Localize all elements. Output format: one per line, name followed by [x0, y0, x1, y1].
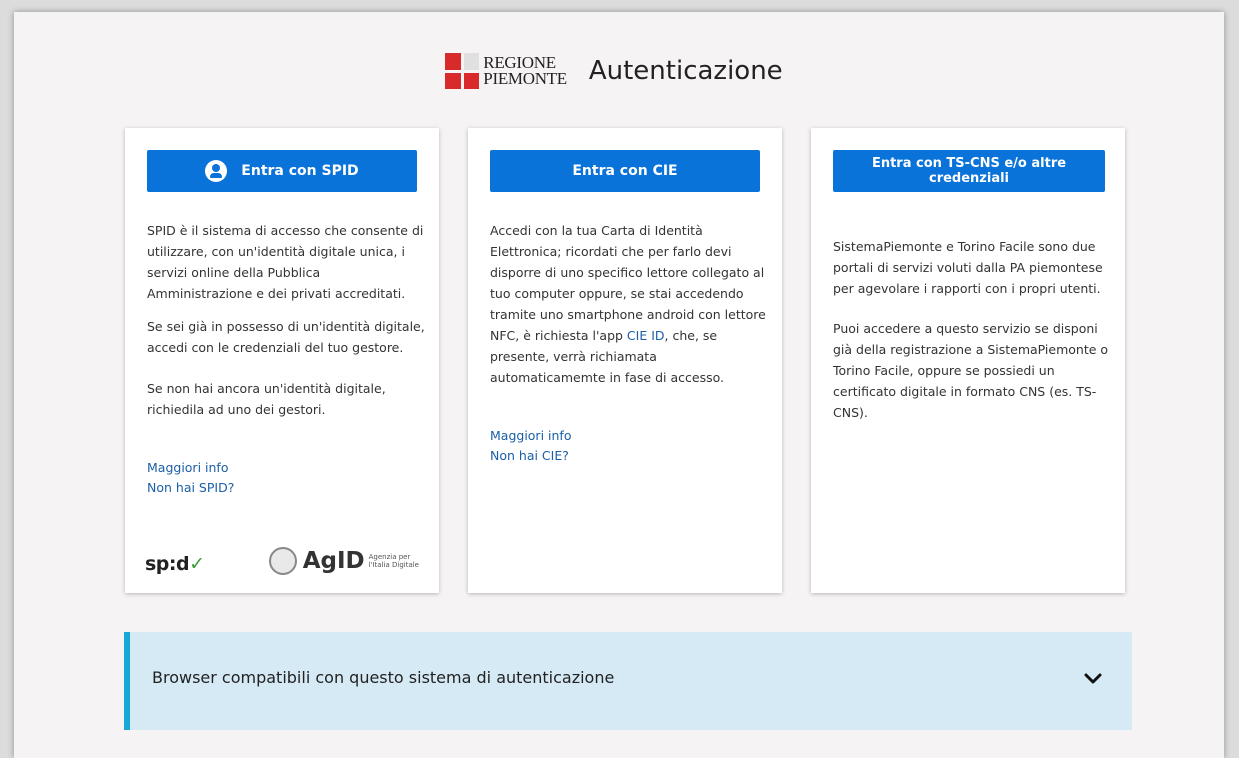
- tscns-button-label: Entra con TS-CNS e/o altre credenziali: [871, 156, 1067, 186]
- cie-id-app-link[interactable]: CIE ID: [627, 328, 665, 343]
- spid-logos: sp:d✓ AgID Agenzia per l'Italia Digitale: [125, 531, 439, 593]
- page-header: REGIONE PIEMONTE Autenticazione: [14, 46, 1224, 96]
- spid-possession-text: Se sei già in possesso di un'identità di…: [147, 319, 425, 355]
- user-icon: [205, 160, 228, 182]
- agid-logo-text: AgID: [302, 548, 365, 574]
- cie-button-label: Entra con CIE: [572, 163, 678, 179]
- spid-more-info-link[interactable]: Maggiori info: [147, 458, 228, 478]
- cie-no-cie-link[interactable]: Non hai CIE?: [490, 446, 569, 466]
- tscns-login-button[interactable]: Entra con TS-CNS e/o altre credenziali: [833, 150, 1105, 192]
- tscns-description: SistemaPiemonte e Torino Facile sono due…: [833, 239, 1103, 296]
- spid-request-text: Se non hai ancora un'identità digitale, …: [147, 381, 386, 417]
- cie-login-button[interactable]: Entra con CIE: [490, 150, 760, 192]
- regione-flag-icon: [445, 53, 480, 89]
- chevron-down-icon[interactable]: [1082, 668, 1104, 690]
- compatible-browsers-accordion[interactable]: Browser compatibili con questo sistema d…: [124, 632, 1132, 730]
- cie-card: Entra con CIE Accedi con la tua Carta di…: [468, 128, 782, 593]
- agid-logo: AgID Agenzia per l'Italia Digitale: [268, 547, 419, 575]
- tscns-access-text: Puoi accedere a questo servizio se dispo…: [833, 321, 1109, 420]
- page-frame: REGIONE PIEMONTE Autenticazione Entra co…: [14, 12, 1224, 758]
- spid-no-spid-link[interactable]: Non hai SPID?: [147, 478, 234, 498]
- spid-login-button[interactable]: Entra con SPID: [147, 150, 417, 192]
- spid-button-label: Entra con SPID: [241, 163, 359, 179]
- cie-description: Accedi con la tua Carta di Identità Elet…: [490, 223, 766, 385]
- agid-sub-line-2: l'Italia Digitale: [368, 561, 419, 569]
- spid-description: SPID è il sistema di accesso che consent…: [147, 223, 424, 301]
- regione-piemonte-logo: REGIONE PIEMONTE: [445, 53, 567, 89]
- accordion-label: Browser compatibili con questo sistema d…: [152, 668, 615, 687]
- logo-line-2: PIEMONTE: [483, 69, 567, 88]
- checkmark-icon: ✓: [189, 553, 205, 575]
- spid-card: Entra con SPID SPID è il sistema di acce…: [125, 128, 439, 593]
- cie-more-info-link[interactable]: Maggiori info: [490, 426, 571, 446]
- tscns-card: Entra con TS-CNS e/o altre credenziali S…: [811, 128, 1125, 593]
- agid-sub-line-1: Agenzia per: [368, 553, 411, 561]
- page-title: Autenticazione: [588, 56, 783, 86]
- spid-logo-text: sp:d: [145, 553, 190, 575]
- italian-emblem-icon: [268, 547, 297, 575]
- spid-logo: sp:d✓: [145, 553, 205, 575]
